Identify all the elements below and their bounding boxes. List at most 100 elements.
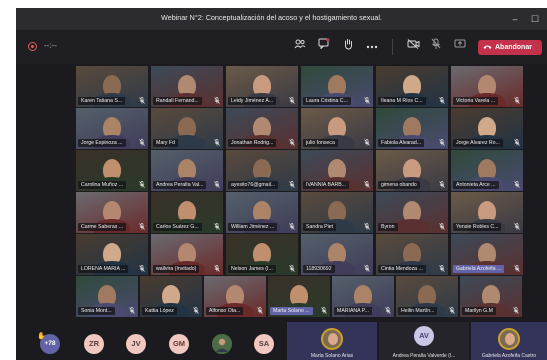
speaker-initials-avatar: AV bbox=[414, 326, 434, 346]
speaker-photo bbox=[498, 328, 520, 350]
mic-muted-icon bbox=[288, 139, 295, 147]
participant-tile[interactable]: Randall Fernand... bbox=[151, 66, 223, 107]
participant-tile[interactable]: Jorge Espinoza ... bbox=[76, 108, 148, 149]
participants-icon[interactable] bbox=[291, 38, 309, 56]
mic-muted-icon bbox=[513, 223, 520, 231]
participant-tile[interactable]: Kattia López bbox=[140, 276, 202, 317]
mic-muted-icon bbox=[288, 223, 295, 231]
overflow-strip: +78 ✋ ZR JV GM SA Marta Solano Arias AV … bbox=[16, 320, 547, 360]
mic-muted-icon bbox=[288, 265, 295, 273]
mic-muted-icon bbox=[363, 265, 370, 273]
participant-tile[interactable]: Jorge Alvarez Ro... bbox=[451, 108, 523, 149]
leave-label: Abandonar bbox=[495, 44, 532, 51]
participant-tile[interactable]: MARIANA P... bbox=[332, 276, 394, 317]
participant-tile[interactable]: Victoria Varela ... bbox=[451, 66, 523, 107]
participant-tile[interactable]: Andrea Peralta Val... bbox=[151, 150, 223, 191]
participant-tile[interactable]: Byron bbox=[376, 192, 448, 233]
participant-name: Marilyn G.M bbox=[462, 307, 496, 315]
chat-icon[interactable] bbox=[315, 38, 333, 56]
participant-tile[interactable]: LORENA MARIA ... bbox=[76, 234, 148, 275]
mic-muted-icon bbox=[363, 97, 370, 105]
participant-avatar[interactable]: ZR bbox=[84, 334, 104, 354]
mic-muted-icon bbox=[138, 181, 145, 189]
participant-tile[interactable]: William Jiménez ... bbox=[226, 192, 298, 233]
mic-off-icon[interactable] bbox=[427, 38, 445, 56]
participant-tile[interactable]: Fabiola Alvarad... bbox=[376, 108, 448, 149]
speaker-card-andrea[interactable]: AV Andrea Peralta Valverde (I... bbox=[379, 322, 469, 360]
participant-tile[interactable]: Ileana M Ríos C... bbox=[376, 66, 448, 107]
recording-icon bbox=[28, 42, 37, 51]
participant-tile[interactable]: wallvira (Invitado) bbox=[151, 234, 223, 275]
participant-tile[interactable]: Carolina Muñoz ... bbox=[76, 150, 148, 191]
participant-photo-avatar[interactable] bbox=[212, 334, 232, 354]
mic-muted-icon bbox=[363, 139, 370, 147]
participant-avatar[interactable]: JV bbox=[126, 334, 146, 354]
participant-tile[interactable]: Sonia Mont... bbox=[76, 276, 138, 317]
participant-avatar[interactable]: GM bbox=[169, 334, 189, 354]
participant-name: Sandra Piet bbox=[303, 223, 337, 231]
speaker-name: Gabriela Azofeifa Castro bbox=[481, 353, 537, 359]
participant-name: gimena obando bbox=[378, 181, 420, 189]
participant-tile[interactable]: Heilin Martín... bbox=[396, 276, 458, 317]
participant-tile[interactable]: Karen Tatiana S... bbox=[76, 66, 148, 107]
participant-name: Jonathan Rodrig... bbox=[228, 139, 277, 147]
participant-name: Carme Saberas ... bbox=[78, 223, 127, 231]
title-bar: Webinar N°2: Conceptualización del acoso… bbox=[16, 8, 547, 30]
participant-tile[interactable]: Marta Solano ... bbox=[268, 276, 330, 317]
mic-muted-icon bbox=[320, 307, 327, 315]
speaker-card-marta[interactable]: Marta Solano Arias bbox=[287, 322, 377, 360]
participant-tile[interactable]: Carme Saberas ... bbox=[76, 192, 148, 233]
participant-name: Jorge Alvarez Ro... bbox=[453, 139, 503, 147]
mic-muted-icon bbox=[363, 223, 370, 231]
participant-tile[interactable]: Alfonso Ota... bbox=[204, 276, 266, 317]
participant-name: William Jiménez ... bbox=[228, 223, 278, 231]
mic-muted-icon bbox=[128, 307, 135, 315]
participant-tile[interactable]: julio fonseca bbox=[301, 108, 373, 149]
minimize-button[interactable]: – bbox=[507, 11, 523, 27]
share-screen-icon[interactable] bbox=[451, 38, 469, 56]
participant-tile[interactable]: Leidy Jiménez A... bbox=[226, 66, 298, 107]
participant-name: julio fonseca bbox=[303, 139, 338, 147]
participant-name: 118930692 bbox=[303, 265, 335, 273]
participant-name: Alfonso Ota... bbox=[206, 307, 244, 315]
participant-tile[interactable]: Antonieta Arce ... bbox=[451, 150, 523, 191]
participant-tile[interactable]: Sandra Piet bbox=[301, 192, 373, 233]
participant-name: Leidy Jiménez A... bbox=[228, 97, 277, 105]
participant-tile[interactable]: Carlos Suárez G... bbox=[151, 192, 223, 233]
participant-name: LORENA MARIA ... bbox=[78, 265, 129, 273]
phone-icon bbox=[483, 40, 492, 55]
participant-tile[interactable]: Yensie Robles C... bbox=[451, 192, 523, 233]
mic-muted-icon bbox=[192, 307, 199, 315]
camera-off-icon[interactable] bbox=[404, 38, 422, 56]
participant-name: MARIANA P... bbox=[334, 307, 372, 315]
leave-button[interactable]: Abandonar bbox=[478, 40, 542, 55]
toolbar-divider bbox=[392, 39, 393, 55]
mic-muted-icon bbox=[213, 97, 220, 105]
meeting-window: Webinar N°2: Conceptualización del acoso… bbox=[16, 8, 547, 360]
participant-tile[interactable]: Gabriela Azofeifa ... bbox=[451, 234, 523, 275]
raise-hand-icon[interactable] bbox=[339, 38, 357, 56]
mic-muted-icon bbox=[438, 181, 445, 189]
participant-name: Randall Fernand... bbox=[153, 97, 202, 105]
maximize-button[interactable]: ☐ bbox=[527, 11, 543, 27]
mic-muted-icon bbox=[513, 181, 520, 189]
mic-muted-icon bbox=[213, 181, 220, 189]
participant-name: Cintia Mendoza ... bbox=[378, 265, 426, 273]
participant-name: Fabiola Alvarad... bbox=[378, 139, 425, 147]
speaker-card-gabriela[interactable]: Gabriela Azofeifa Castro bbox=[471, 322, 547, 360]
participant-tile[interactable]: Nelson James (I... bbox=[226, 234, 298, 275]
participant-tile[interactable]: ayesito76@gmail... bbox=[226, 150, 298, 191]
participant-grid: Karen Tatiana S... Randall Fernand... Leid… bbox=[76, 66, 524, 318]
participant-tile[interactable]: Marilyn G.M bbox=[460, 276, 522, 317]
participant-tile[interactable]: 118930692 bbox=[301, 234, 373, 275]
participant-tile[interactable]: gimena obando bbox=[376, 150, 448, 191]
participant-tile[interactable]: IVANNIA BARB... bbox=[301, 150, 373, 191]
participant-name: Heilin Martín... bbox=[398, 307, 438, 315]
participant-tile[interactable]: Cintia Mendoza ... bbox=[376, 234, 448, 275]
more-options-icon[interactable] bbox=[363, 38, 381, 56]
participant-tile[interactable]: Mary Fd bbox=[151, 108, 223, 149]
participant-tile[interactable]: Laura Cristina C... bbox=[301, 66, 373, 107]
mic-muted-icon bbox=[438, 265, 445, 273]
participant-avatar[interactable]: SA bbox=[254, 334, 274, 354]
participant-tile[interactable]: Jonathan Rodrig... bbox=[226, 108, 298, 149]
